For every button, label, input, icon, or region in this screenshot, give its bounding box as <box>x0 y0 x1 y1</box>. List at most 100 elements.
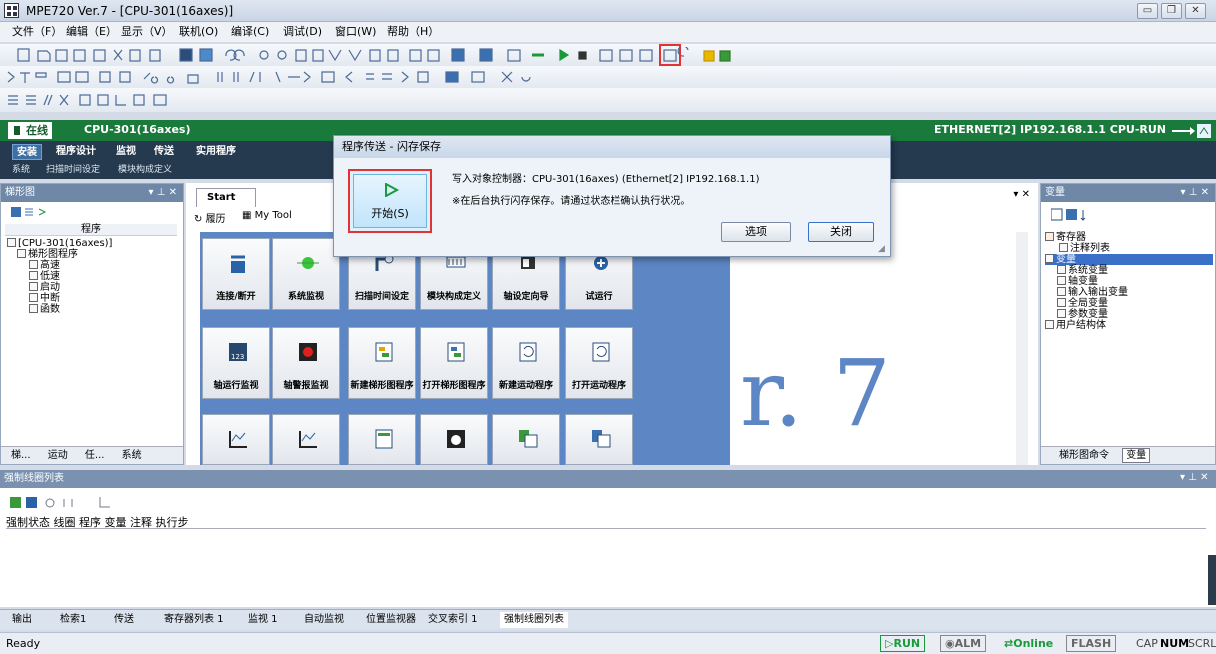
ladder-panel-tool-icons[interactable] <box>11 206 51 218</box>
tab-register-list[interactable]: 寄存器列表 1 <box>164 612 224 628</box>
tab-output[interactable]: 输出 <box>12 612 32 628</box>
tile-module[interactable] <box>492 414 560 465</box>
center-panel-controls[interactable]: ▾ ✕ <box>1013 189 1030 200</box>
menu-debug[interactable]: 调试(D) <box>281 24 324 40</box>
tree-node-global-vars[interactable]: 全局变量 <box>1045 298 1213 309</box>
tree-node-comment-list[interactable]: 注释列表 <box>1045 243 1213 254</box>
dialog-note-text: ※在后台执行闪存保存。请通过状态栏确认执行状况。 <box>452 196 691 207</box>
tree-node-io-vars[interactable]: 输入输出变量 <box>1045 287 1213 298</box>
variables-tool-icons[interactable] <box>1051 208 1095 222</box>
ladder-panel-tabs: 梯... 运动 任... 系统 <box>1 446 183 464</box>
dialog-title: 程序传送 - 闪存保存 <box>334 136 890 158</box>
tile-connect[interactable]: 连接/断开 <box>202 238 270 310</box>
tree-node-variables[interactable]: 变量 <box>1045 254 1213 265</box>
tab-position-monitor[interactable]: 位置监视器 <box>366 612 416 628</box>
tab-utility[interactable]: 实用程序 <box>192 144 240 160</box>
close-button[interactable]: 关闭 <box>808 222 874 242</box>
menu-compile[interactable]: 编译(C) <box>229 24 271 40</box>
svg-text:123: 123 <box>231 353 244 361</box>
variables-tree[interactable]: 寄存器 注释列表 变量 系统变量 轴变量 输入输出变量 全局变量 参数变量 用户… <box>1045 232 1213 331</box>
my-tool-button[interactable]: ▦ My Tool <box>242 210 292 221</box>
toolbar-icons-edit[interactable] <box>4 92 244 108</box>
connect-arrow-icon[interactable] <box>1172 124 1212 138</box>
tab-transfer[interactable]: 传送 <box>150 144 178 160</box>
tab-task[interactable]: 任... <box>85 450 105 461</box>
tab-transfer-log[interactable]: 传送 <box>114 612 134 628</box>
tile-open-ladder[interactable]: 打开梯形图程序 <box>420 327 488 399</box>
tree-node-ladder[interactable]: 梯形图程序 <box>7 249 112 260</box>
tile-trace[interactable] <box>202 414 270 465</box>
tree-node-interrupt[interactable]: 中断 <box>7 293 112 304</box>
ribbon-item-scan-time[interactable]: 扫描时间设定 <box>46 163 100 177</box>
minimize-icon[interactable]: ▭ <box>1137 3 1158 19</box>
menu-edit[interactable]: 编辑（E） <box>64 24 119 40</box>
tree-node-user-structs[interactable]: 用户结构体 <box>1045 320 1213 331</box>
tile-new-motion[interactable]: 新建运动程序 <box>492 327 560 399</box>
force-coil-controls[interactable]: ▾ ⊥ ✕ <box>1180 472 1208 483</box>
menu-file[interactable]: 文件（F） <box>10 24 64 40</box>
tab-force-coil-list[interactable]: 强制线圈列表 <box>500 612 568 628</box>
panel-controls[interactable]: ▾ ⊥ ✕ <box>149 187 177 198</box>
tab-ladder-commands[interactable]: 梯形图命令 <box>1059 450 1109 461</box>
tab-system[interactable]: 系统 <box>122 450 142 461</box>
history-button[interactable]: ↻ 履历 <box>194 210 226 225</box>
tab-auto-watch[interactable]: 自动监视 <box>304 612 344 628</box>
tile-axis-alarm-monitor[interactable]: 轴警报监视 <box>272 327 340 399</box>
ribbon-item-module-config[interactable]: 模块构成定义 <box>118 163 172 177</box>
restore-icon[interactable]: ❐ <box>1161 3 1182 19</box>
toolbar-icons-ladder[interactable] <box>4 69 724 85</box>
tree-node-low[interactable]: 低速 <box>7 271 112 282</box>
app-logo-icon <box>4 3 19 18</box>
tree-node-high[interactable]: 高速 <box>7 260 112 271</box>
menu-window[interactable]: 窗口(W) <box>333 24 378 40</box>
start-scrollbar[interactable] <box>1016 232 1028 465</box>
tab-search[interactable]: 检索1 <box>60 612 86 628</box>
close-window-icon[interactable]: ✕ <box>1185 3 1206 19</box>
tile-trace-2[interactable] <box>272 414 340 465</box>
tile-new-ladder[interactable]: 新建梯形图程序 <box>348 327 416 399</box>
tab-start[interactable]: Start <box>196 188 256 207</box>
menu-view[interactable]: 显示（V） <box>119 24 175 40</box>
menu-help[interactable]: 帮助（H） <box>385 24 441 40</box>
tree-node-cpu[interactable]: [CPU-301(16axes)] <box>7 238 112 249</box>
tab-monitor[interactable]: 监视 <box>112 144 140 160</box>
program-tree[interactable]: [CPU-301(16axes)] 梯形图程序 高速 低速 启动 中断 函数 <box>7 238 112 315</box>
force-coil-tool-icons[interactable] <box>10 495 150 511</box>
tile-module-2[interactable] <box>565 414 633 465</box>
tree-node-axis-vars[interactable]: 轴变量 <box>1045 276 1213 287</box>
status-flash: FLASH <box>1066 635 1117 652</box>
options-button[interactable]: 选项 <box>721 222 791 242</box>
tab-ladder[interactable]: 梯... <box>11 450 31 461</box>
tile-axis-run-monitor[interactable]: 123 轴运行监视 <box>202 327 270 399</box>
tab-programming[interactable]: 程序设计 <box>52 144 100 160</box>
flash-save-dialog: 程序传送 - 闪存保存 开始(S) 写入对象控制器：CPU-301(16axes… <box>333 135 891 257</box>
tree-node-param-vars[interactable]: 参数变量 <box>1045 309 1213 320</box>
tab-motion[interactable]: 运动 <box>48 450 68 461</box>
tile-system-monitor[interactable]: 系统监视 <box>272 238 340 310</box>
tile-timer[interactable] <box>420 414 488 465</box>
tree-node-system-vars[interactable]: 系统变量 <box>1045 265 1213 276</box>
tree-node-startup[interactable]: 启动 <box>7 282 112 293</box>
tab-cross-reference[interactable]: 交叉索引 1 <box>428 612 478 628</box>
tab-variables[interactable]: 变量 <box>1122 448 1151 463</box>
tree-node-registers[interactable]: 寄存器 <box>1045 232 1213 243</box>
menu-online[interactable]: 联机(O) <box>177 24 220 40</box>
flash-save-icon[interactable] <box>659 44 681 66</box>
menu-bar: 文件（F） 编辑（E） 显示（V） 联机(O) 编译(C) 调试(D) 窗口(W… <box>0 22 1216 42</box>
resize-grip-icon[interactable]: ◢ <box>878 244 885 254</box>
start-button[interactable]: 开始(S) <box>348 169 432 233</box>
status-online: ⇄Online <box>1004 637 1054 650</box>
status-num: NUM <box>1160 637 1190 650</box>
tree-column-header: 程序 <box>5 224 177 236</box>
status-run: ▷RUN <box>880 635 926 652</box>
ribbon-item-system[interactable]: 系统 <box>12 163 30 177</box>
start-button-face[interactable]: 开始(S) <box>353 174 427 228</box>
force-coil-scrollbar[interactable] <box>1208 555 1216 605</box>
tile-register[interactable] <box>348 414 416 465</box>
status-alm: ◉ALM <box>940 635 987 652</box>
tile-open-motion[interactable]: 打开运动程序 <box>565 327 633 399</box>
variables-panel-controls[interactable]: ▾ ⊥ ✕ <box>1181 187 1209 198</box>
tree-node-function[interactable]: 函数 <box>7 304 112 315</box>
tab-install[interactable]: 安装 <box>12 144 42 160</box>
tab-watch[interactable]: 监视 1 <box>248 612 278 628</box>
